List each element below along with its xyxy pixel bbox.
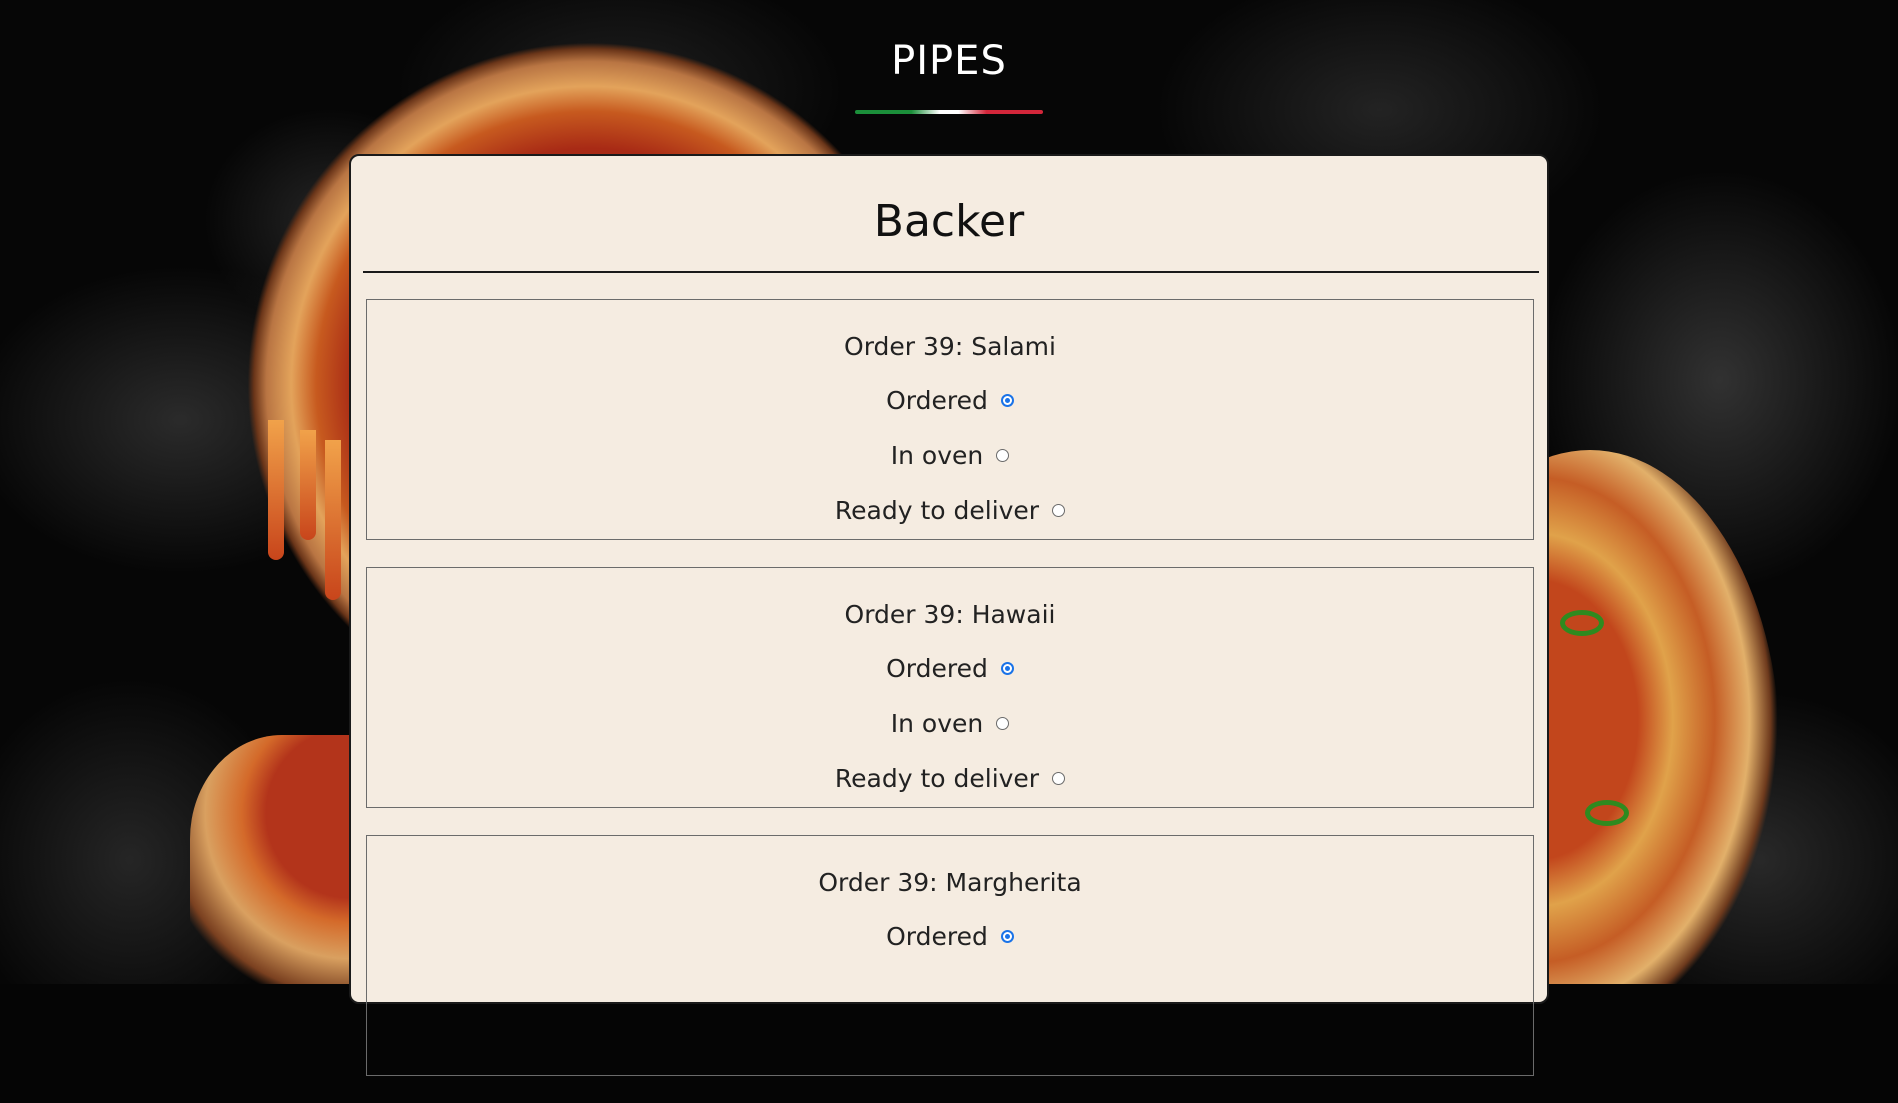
- title-divider: [363, 271, 1539, 273]
- order-name: Order 39: Margherita: [818, 868, 1082, 897]
- cheese-drip: [325, 440, 341, 600]
- status-label: Ordered: [886, 922, 988, 951]
- status-option-ready-to-deliver[interactable]: Ready to deliver: [367, 764, 1533, 793]
- status-option-ready-to-deliver[interactable]: Ready to deliver: [367, 496, 1533, 525]
- backer-panel: Backer Order 39: Salami Ordered In oven …: [349, 154, 1549, 1076]
- status-radio[interactable]: [1052, 772, 1066, 785]
- status-label: Ordered: [886, 654, 988, 683]
- status-label: In oven: [890, 709, 984, 738]
- status-radio[interactable]: [996, 449, 1010, 462]
- cheese-drip: [268, 420, 284, 560]
- pepper-topping: [1585, 800, 1629, 826]
- order-card-salami: Order 39: Salami Ordered In oven Ready t…: [366, 299, 1534, 540]
- status-radio[interactable]: [1052, 504, 1066, 517]
- status-option-ordered[interactable]: Ordered: [367, 386, 1533, 415]
- status-option-in-oven[interactable]: In oven: [367, 709, 1533, 738]
- status-radio[interactable]: [1000, 662, 1014, 675]
- order-card-hawaii: Order 39: Hawaii Ordered In oven Ready t…: [366, 567, 1534, 808]
- panel-title: Backer: [873, 196, 1025, 247]
- order-list: Order 39: Salami Ordered In oven Ready t…: [366, 299, 1534, 1103]
- order-card-margherita: Order 39: Margherita Ordered: [366, 835, 1534, 1076]
- status-label: Ready to deliver: [834, 496, 1040, 525]
- order-name: Order 39: Salami: [844, 332, 1056, 361]
- status-radio[interactable]: [1000, 930, 1014, 943]
- status-option-in-oven[interactable]: In oven: [367, 441, 1533, 470]
- status-option-ordered[interactable]: Ordered: [367, 922, 1533, 951]
- site-header: PIPES: [0, 0, 1898, 120]
- order-name: Order 39: Hawaii: [844, 600, 1056, 629]
- status-label: Ordered: [886, 386, 988, 415]
- status-radio[interactable]: [1000, 394, 1014, 407]
- status-label: In oven: [890, 441, 984, 470]
- pepper-topping: [1560, 610, 1604, 636]
- italian-flag-underline: [855, 110, 1043, 114]
- cheese-drip: [300, 430, 316, 540]
- status-option-ordered[interactable]: Ordered: [367, 654, 1533, 683]
- site-title: PIPES: [891, 38, 1007, 84]
- status-label: Ready to deliver: [834, 764, 1040, 793]
- status-radio[interactable]: [996, 717, 1010, 730]
